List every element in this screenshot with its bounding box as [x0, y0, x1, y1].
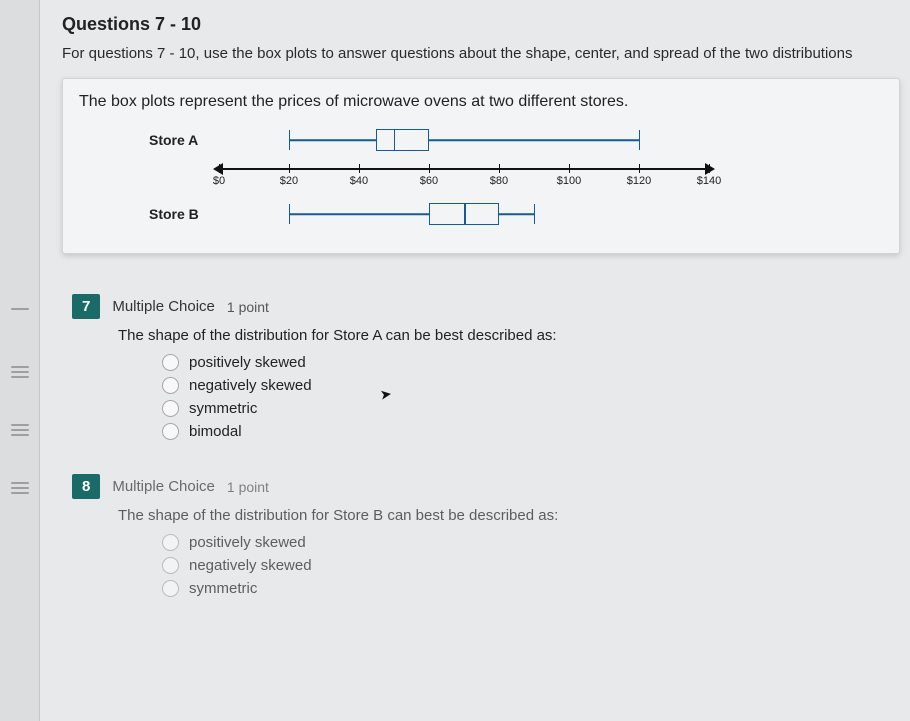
radio-icon — [162, 354, 179, 371]
option[interactable]: negatively skewed — [162, 377, 900, 394]
nav-icon — [11, 366, 29, 378]
radio-icon — [162, 534, 179, 551]
content-area: Questions 7 - 10 For questions 7 - 10, u… — [48, 0, 910, 631]
option-label: positively skewed — [189, 534, 306, 551]
tick-label: $120 — [627, 175, 651, 187]
nav-icon — [11, 424, 29, 436]
option[interactable]: positively skewed — [162, 534, 900, 551]
question-type: Multiple Choice — [112, 298, 215, 315]
left-gutter — [0, 0, 40, 721]
boxplot-a — [219, 125, 709, 155]
section-title: Questions 7 - 10 — [62, 14, 900, 35]
question-points: 1 point — [227, 479, 269, 495]
option-label: symmetric — [189, 400, 257, 417]
tick-label: $60 — [420, 175, 438, 187]
series-label-b: Store B — [149, 206, 219, 222]
tick-label: $100 — [557, 175, 581, 187]
radio-icon — [162, 423, 179, 440]
question-text: The shape of the distribution for Store … — [118, 327, 900, 344]
nav-icon — [11, 308, 29, 320]
question-7: 7 Multiple Choice 1 point The shape of t… — [72, 294, 900, 440]
radio-icon — [162, 580, 179, 597]
question-points: 1 point — [227, 299, 269, 315]
option-label: negatively skewed — [189, 377, 312, 394]
cursor-icon: ➤ — [379, 385, 393, 403]
option-label: bimodal — [189, 423, 242, 440]
x-axis: $0 $20 $40 $60 $80 $100 $120 $140 — [219, 159, 709, 193]
option[interactable]: symmetric — [162, 580, 900, 597]
option-label: positively skewed — [189, 354, 306, 371]
series-label-a: Store A — [149, 132, 219, 148]
option[interactable]: symmetric — [162, 400, 900, 417]
tick-label: $40 — [350, 175, 368, 187]
boxplot-b — [219, 199, 709, 229]
question-number-badge: 7 — [72, 294, 100, 319]
option[interactable]: bimodal — [162, 423, 900, 440]
section-description: For questions 7 - 10, use the box plots … — [62, 45, 900, 62]
option[interactable]: negatively skewed — [162, 557, 900, 574]
option-label: symmetric — [189, 580, 257, 597]
prompt-text: The box plots represent the prices of mi… — [79, 93, 883, 111]
radio-icon — [162, 377, 179, 394]
nav-icon — [11, 482, 29, 494]
question-type: Multiple Choice — [112, 478, 215, 495]
question-number-badge: 8 — [72, 474, 100, 499]
tick-label: $20 — [280, 175, 298, 187]
boxplot-chart: Store A $0 $20 $40 $60 $80 — [149, 125, 709, 229]
radio-icon — [162, 400, 179, 417]
tick-label: $80 — [490, 175, 508, 187]
tick-label: $0 — [213, 175, 225, 187]
question-8: 8 Multiple Choice 1 point The shape of t… — [72, 474, 900, 597]
question-text: The shape of the distribution for Store … — [118, 507, 900, 524]
radio-icon — [162, 557, 179, 574]
option[interactable]: positively skewed — [162, 354, 900, 371]
prompt-box: The box plots represent the prices of mi… — [62, 78, 900, 254]
tick-label: $140 — [697, 175, 721, 187]
option-label: negatively skewed — [189, 557, 312, 574]
